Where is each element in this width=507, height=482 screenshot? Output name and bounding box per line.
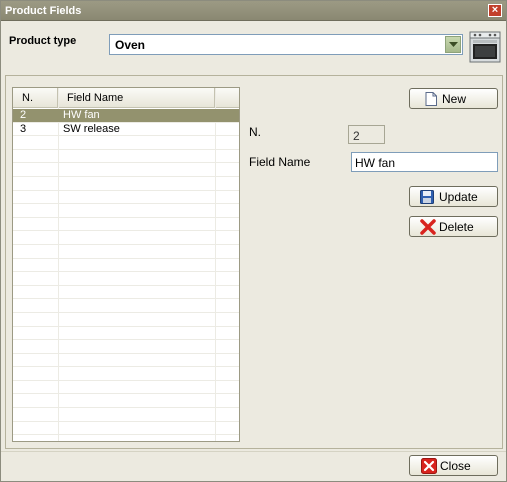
- save-disk-icon: [420, 190, 434, 204]
- window-title: Product Fields: [5, 5, 82, 17]
- empty-row: [13, 150, 239, 164]
- empty-row: [13, 354, 239, 368]
- delete-button[interactable]: Delete: [409, 216, 498, 237]
- empty-row: [13, 286, 239, 300]
- field-name-label: Field Name: [249, 155, 311, 169]
- empty-row: [13, 340, 239, 354]
- empty-row: [13, 191, 239, 205]
- n-field: 2: [348, 125, 385, 144]
- n-value: 2: [353, 129, 360, 143]
- close-button[interactable]: Close: [409, 455, 498, 476]
- field-name-value: HW fan: [355, 156, 396, 170]
- delete-button-label: Delete: [439, 220, 474, 234]
- empty-row: [13, 394, 239, 409]
- grid-header: N. Field Name: [13, 88, 239, 108]
- empty-row: [13, 272, 239, 286]
- table-row[interactable]: 3 SW release: [13, 123, 239, 137]
- title-bar[interactable]: Product Fields ×: [1, 1, 506, 21]
- empty-row: [13, 204, 239, 218]
- empty-row: [13, 299, 239, 313]
- window-close-button[interactable]: ×: [488, 4, 502, 17]
- close-icon: [421, 458, 437, 474]
- column-header-n[interactable]: N.: [13, 88, 58, 108]
- empty-row: [13, 231, 239, 245]
- cell-n: 2: [20, 109, 27, 121]
- cell-n: 3: [20, 122, 27, 135]
- dropdown-button[interactable]: [445, 36, 461, 53]
- close-icon: ×: [491, 4, 499, 16]
- empty-row: [13, 422, 239, 436]
- close-button-label: Close: [440, 459, 471, 473]
- new-button[interactable]: New: [409, 88, 498, 109]
- grid-rows: 2 HW fan 3 SW release: [13, 109, 239, 436]
- empty-row: [13, 327, 239, 341]
- footer-divider: [1, 451, 506, 452]
- field-name-input[interactable]: HW fan: [351, 152, 498, 172]
- empty-row: [13, 408, 239, 422]
- empty-row: [13, 177, 239, 191]
- empty-row: [13, 259, 239, 273]
- empty-row: [13, 163, 239, 177]
- empty-row: [13, 367, 239, 381]
- cell-field-name: HW fan: [63, 109, 100, 121]
- product-fields-window: Product Fields × Product type Oven N. Fi…: [0, 0, 507, 482]
- chevron-down-icon: [449, 42, 458, 47]
- product-type-value: Oven: [115, 38, 146, 52]
- new-document-icon: [425, 92, 437, 106]
- fields-grid[interactable]: N. Field Name 2 HW fan 3 SW release: [12, 87, 240, 442]
- update-button[interactable]: Update: [409, 186, 498, 207]
- table-row[interactable]: 2 HW fan: [13, 109, 239, 123]
- empty-row: [13, 136, 239, 150]
- cell-field-name: SW release: [63, 122, 120, 135]
- product-type-label: Product type: [9, 35, 77, 47]
- empty-row: [13, 313, 239, 327]
- product-type-select[interactable]: Oven: [109, 34, 463, 55]
- empty-row: [13, 245, 239, 259]
- empty-row: [13, 218, 239, 232]
- column-header-filler: [215, 88, 239, 108]
- column-header-field-name[interactable]: Field Name: [58, 88, 215, 108]
- oven-icon: [469, 31, 501, 63]
- update-button-label: Update: [439, 190, 478, 204]
- n-label: N.: [249, 125, 261, 139]
- new-button-label: New: [442, 92, 467, 106]
- delete-x-icon: [420, 219, 436, 235]
- empty-row: [13, 381, 239, 395]
